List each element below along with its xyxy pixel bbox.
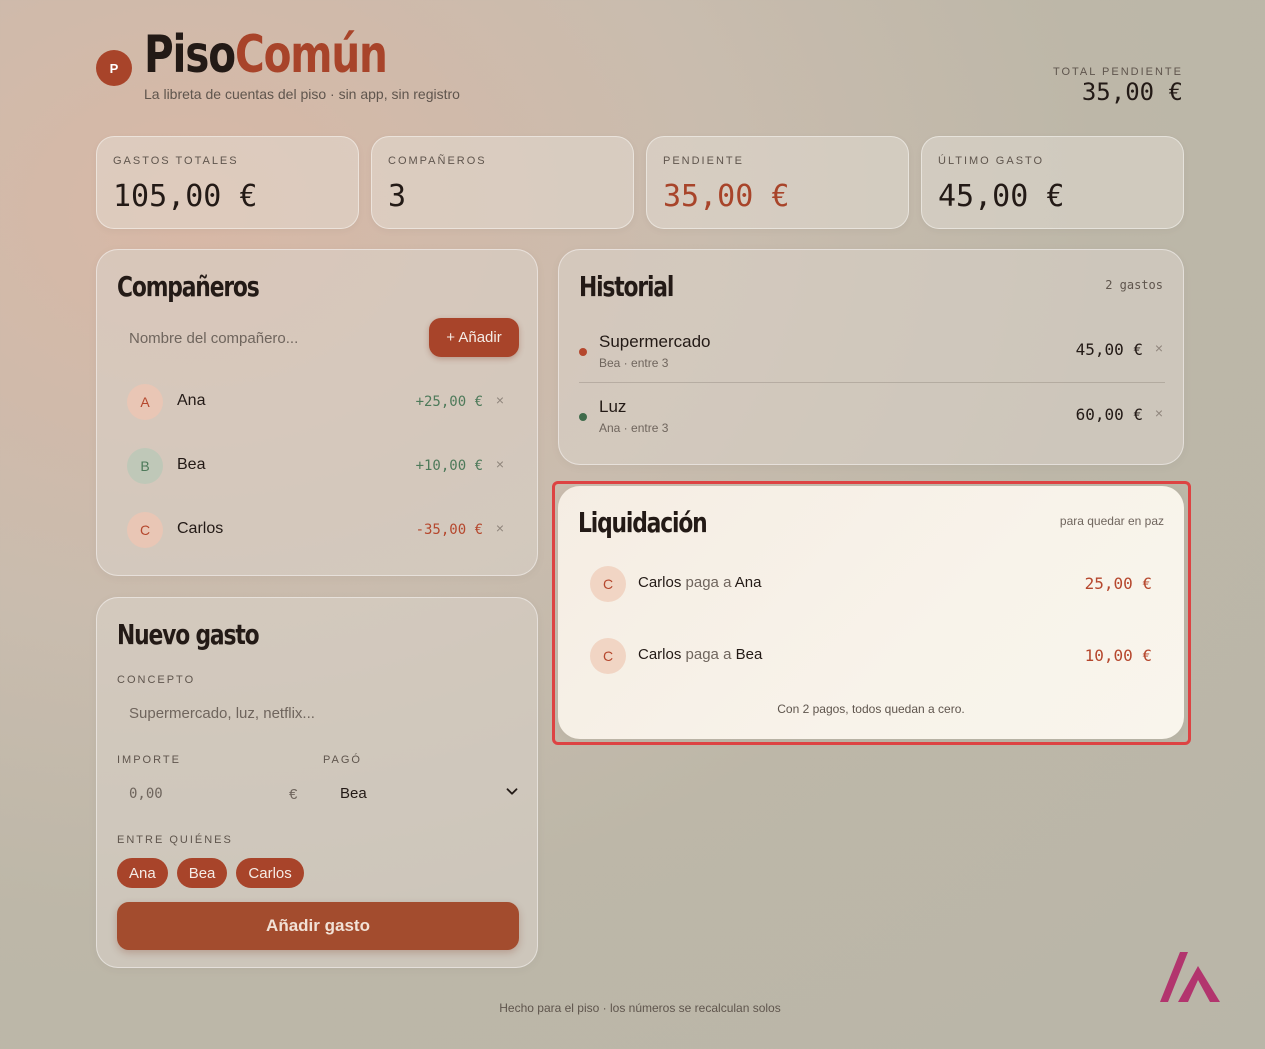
remove-expense-icon[interactable]: ×	[1153, 340, 1165, 356]
stat-card-total-expenses: GASTOS TOTALES 105,00 €	[96, 136, 359, 229]
history-panel: Historial 2 gastos Supermercado Bea · en…	[558, 249, 1184, 465]
avatar: C	[127, 512, 163, 548]
amount-input[interactable]	[117, 778, 287, 810]
history-item-amount: 60,00 €	[1075, 405, 1143, 424]
app-header: P PisoComún La libreta de cuentas del pi…	[96, 26, 1183, 106]
stat-card-companions: COMPAÑEROS 3	[371, 136, 634, 229]
companion-row: A Ana +25,00 € ×	[127, 382, 507, 422]
total-pending-value: 35,00 €	[1081, 78, 1183, 106]
history-item: Supermercado Bea · entre 3 45,00 € ×	[579, 330, 1165, 382]
remove-companion-icon[interactable]: ×	[493, 456, 507, 472]
brand-tagline: La libreta de cuentas del piso · sin app…	[144, 86, 460, 102]
payer-select[interactable]: Bea	[323, 778, 523, 810]
split-chip-ana[interactable]: Ana	[117, 858, 168, 888]
companion-name: Carlos	[177, 520, 224, 537]
avatar: A	[127, 384, 163, 420]
stat-value: 105,00 €	[113, 179, 258, 214]
concept-label: CONCEPTO	[117, 674, 196, 686]
history-item-amount: 45,00 €	[1075, 340, 1143, 359]
split-chip-bea[interactable]: Bea	[176, 858, 228, 888]
history-item: Luz Ana · entre 3 60,00 € ×	[579, 395, 1165, 447]
split-label: ENTRE QUIÉNES	[117, 834, 233, 846]
amount-label: IMPORTE	[117, 754, 181, 766]
total-pending-label: TOTAL PENDIENTE	[1052, 66, 1183, 78]
logo-badge: P	[96, 50, 132, 86]
companion-balance: -35,00 €	[415, 522, 483, 538]
category-dot	[579, 413, 587, 421]
stat-label: COMPAÑEROS	[388, 155, 487, 167]
add-companion-button[interactable]: + Añadir	[429, 318, 519, 357]
stat-label: ÚLTIMO GASTO	[938, 155, 1045, 167]
divider	[579, 382, 1165, 383]
brand-title: PisoComún	[144, 25, 388, 85]
companion-row: C Carlos -35,00 € ×	[127, 510, 507, 550]
avatar: B	[127, 448, 163, 484]
companion-balance: +10,00 €	[415, 458, 483, 474]
split-chips: Ana Bea Carlos	[117, 858, 304, 888]
companion-name-input[interactable]	[117, 318, 417, 358]
new-expense-panel: Nuevo gasto CONCEPTO IMPORTE € PAGÓ Bea …	[96, 597, 538, 968]
history-title: Historial	[579, 270, 674, 303]
category-dot	[579, 348, 587, 356]
payer-label: PAGÓ	[323, 754, 362, 766]
stat-label: GASTOS TOTALES	[113, 155, 239, 167]
remove-expense-icon[interactable]: ×	[1153, 405, 1165, 421]
companions-panel: Compañeros + Añadir A Ana +25,00 € × B B…	[96, 249, 538, 576]
remove-companion-icon[interactable]: ×	[493, 392, 507, 408]
expense-count: 2 gastos	[1105, 278, 1163, 292]
remove-companion-icon[interactable]: ×	[493, 520, 507, 536]
stat-card-pending: PENDIENTE 35,00 €	[646, 136, 909, 229]
corner-logo-icon	[1160, 952, 1220, 1002]
stat-value: 45,00 €	[938, 179, 1065, 214]
companion-name: Bea	[177, 456, 206, 473]
new-expense-title: Nuevo gasto	[117, 618, 260, 651]
currency-suffix: €	[289, 786, 298, 803]
payer-selected-value: Bea	[340, 785, 367, 802]
companion-row: B Bea +10,00 € ×	[127, 446, 507, 486]
history-item-title: Luz	[599, 397, 627, 416]
stat-value: 3	[388, 179, 407, 214]
page-footer: Hecho para el piso · los números se reca…	[499, 1001, 781, 1015]
chevron-down-icon	[506, 788, 518, 795]
stat-card-last-expense: ÚLTIMO GASTO 45,00 €	[921, 136, 1184, 229]
companion-balance: +25,00 €	[415, 394, 483, 410]
history-item-subtitle: Ana · entre 3	[599, 421, 669, 435]
add-expense-button[interactable]: Añadir gasto	[117, 902, 519, 950]
concept-input[interactable]	[117, 696, 519, 730]
focus-highlight	[552, 481, 1191, 745]
companions-title: Compañeros	[117, 270, 260, 303]
stat-value: 35,00 €	[663, 179, 790, 214]
history-item-subtitle: Bea · entre 3	[599, 356, 669, 370]
history-item-title: Supermercado	[599, 332, 711, 351]
companion-name: Ana	[177, 392, 206, 409]
stat-label: PENDIENTE	[663, 155, 744, 167]
split-chip-carlos[interactable]: Carlos	[236, 858, 304, 888]
